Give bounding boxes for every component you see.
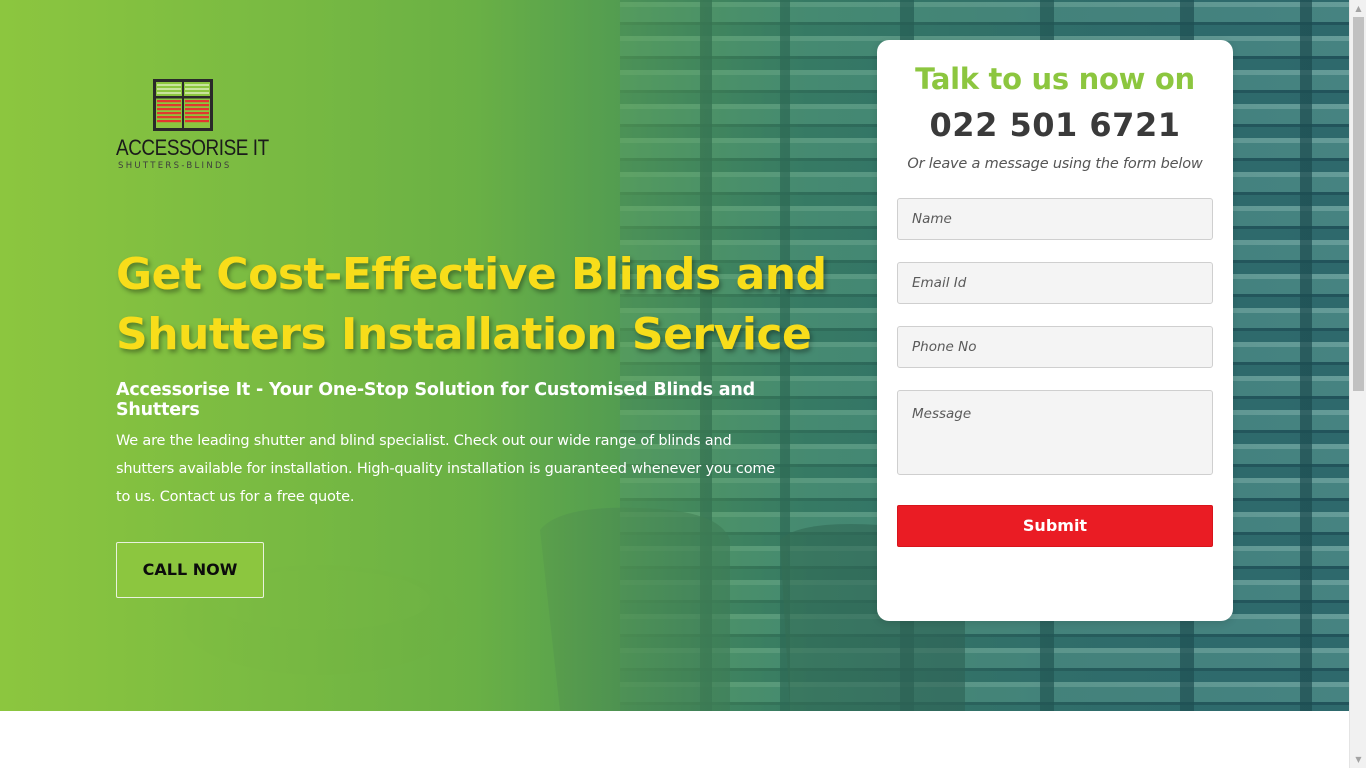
hero-section: ACCESSORISE IT SHUTTERS-BLINDS Get Cost-… xyxy=(0,0,1349,711)
phone-number[interactable]: 022 501 6721 xyxy=(877,106,1233,144)
name-field[interactable] xyxy=(897,198,1213,240)
email-field[interactable] xyxy=(897,262,1213,304)
hero-headline: Get Cost-Effective Blinds and Shutters I… xyxy=(116,249,827,360)
landing-page: ACCESSORISE IT SHUTTERS-BLINDS Get Cost-… xyxy=(0,0,1366,768)
contact-form: Talk to us now on 022 501 6721 Or leave … xyxy=(877,40,1233,621)
message-field[interactable] xyxy=(897,390,1213,475)
hero-intro: We are the leading shutter and blind spe… xyxy=(116,433,776,505)
phone-field[interactable] xyxy=(897,326,1213,368)
shutter-logo-icon xyxy=(153,79,213,131)
page-scrollbar[interactable]: ▲ ▼ xyxy=(1349,0,1366,768)
submit-button[interactable]: Submit xyxy=(897,505,1213,547)
arrow-up-icon[interactable]: ▲ xyxy=(1350,0,1366,17)
brand-tagline: SHUTTERS-BLINDS xyxy=(118,161,232,171)
scrollbar-thumb[interactable] xyxy=(1353,17,1364,391)
form-note: Or leave a message using the form below xyxy=(907,156,1203,172)
call-now-button[interactable]: CALL NOW xyxy=(116,542,264,598)
hero-subheadline: Accessorise It - Your One-Stop Solution … xyxy=(116,380,755,420)
arrow-down-icon[interactable]: ▼ xyxy=(1350,751,1366,768)
next-section xyxy=(0,711,1349,768)
form-title: Talk to us now on xyxy=(915,62,1195,96)
brand-logo[interactable]: ACCESSORISE IT SHUTTERS-BLINDS xyxy=(116,78,269,174)
brand-name: ACCESSORISE IT xyxy=(116,135,269,160)
